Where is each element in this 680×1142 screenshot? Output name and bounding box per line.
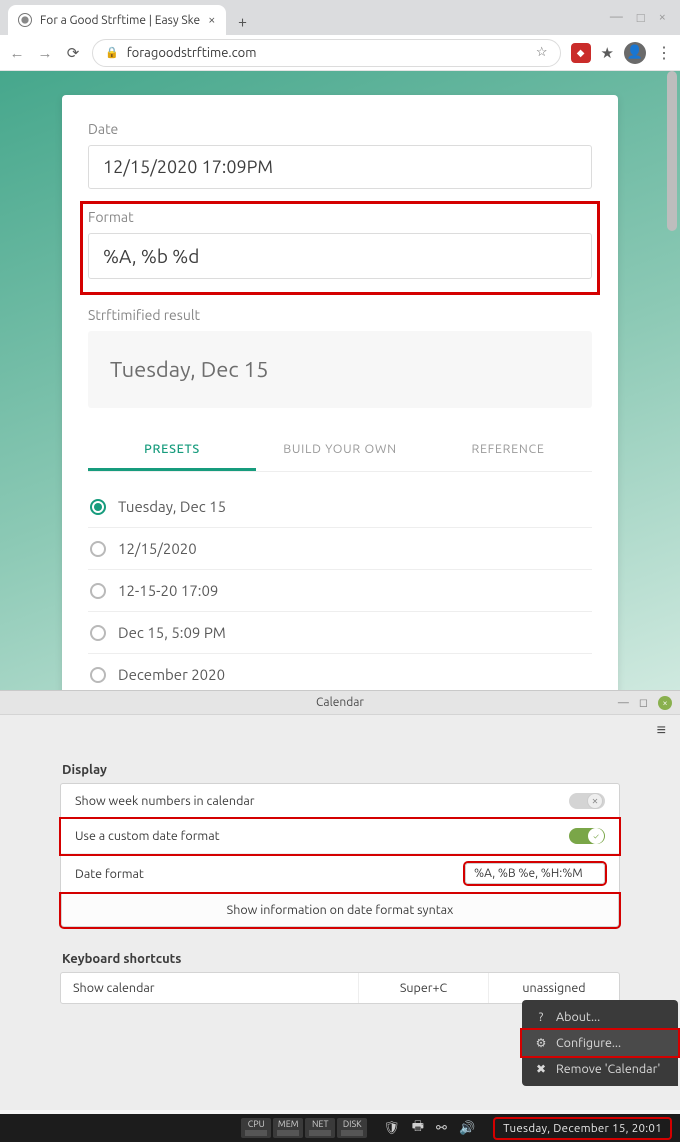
gear-icon: ⚙ xyxy=(534,1036,548,1050)
settings-toolbar: ≡ xyxy=(0,715,680,745)
date-format-label: Date format xyxy=(75,867,144,881)
bookmark-star-icon[interactable]: ☆ xyxy=(536,45,548,60)
ctx-remove[interactable]: ✖ Remove 'Calendar' xyxy=(522,1056,678,1082)
forward-icon[interactable]: → xyxy=(36,44,54,62)
date-format-input[interactable]: %A, %B %e, %H:%M xyxy=(465,863,605,884)
date-label: Date xyxy=(88,121,592,137)
display-section-title: Display xyxy=(62,763,620,777)
date-format-info-button[interactable]: Show information on date format syntax xyxy=(61,894,619,927)
globe-icon xyxy=(18,13,32,27)
custom-date-format-row: Use a custom date format xyxy=(61,819,619,854)
browser-viewport: Date 12/15/2020 17:09PM Format %A, %b %d… xyxy=(0,71,680,690)
window-controls: — □ × xyxy=(610,10,680,25)
volume-icon[interactable]: 🔊 xyxy=(459,1121,475,1136)
strftime-card: Date 12/15/2020 17:09PM Format %A, %b %d… xyxy=(62,95,618,690)
back-icon[interactable]: ← xyxy=(8,44,26,62)
cpu-monitor: CPU xyxy=(241,1118,271,1138)
page-scrollbar[interactable] xyxy=(667,71,677,690)
printer-icon[interactable]: 🖶 xyxy=(412,1117,424,1139)
lock-icon: 🔒 xyxy=(105,46,119,59)
format-label: Format xyxy=(88,209,592,225)
taskbar: CPU MEM NET DISK 🛡 🖶 ⚯ 🔊 Tuesday, Decemb… xyxy=(0,1114,680,1142)
kb-action-label: Show calendar xyxy=(61,973,359,1003)
profile-avatar-icon[interactable]: 👤 xyxy=(624,42,646,64)
hamburger-menu-icon[interactable]: ≡ xyxy=(657,721,666,740)
tab-reference[interactable]: REFERENCE xyxy=(424,430,592,471)
date-input[interactable]: 12/15/2020 17:09PM xyxy=(88,145,592,189)
address-bar[interactable]: 🔒 foragoodstrftime.com ☆ xyxy=(92,39,561,67)
browser-window: For a Good Strftime | Easy Ske × + — □ ×… xyxy=(0,0,680,690)
settings-window-title: Calendar xyxy=(316,696,364,709)
format-section-highlight: Format %A, %b %d xyxy=(82,203,598,293)
display-panel: Show week numbers in calendar Use a cust… xyxy=(60,783,620,928)
shield-icon[interactable]: 🛡 xyxy=(383,1121,400,1136)
scrollbar-thumb[interactable] xyxy=(667,71,677,231)
settings-body: Display Show week numbers in calendar Us… xyxy=(0,745,680,1014)
net-monitor: NET xyxy=(305,1118,335,1138)
kb-shortcut-1[interactable]: Super+C xyxy=(359,973,489,1003)
browser-tab-strip: For a Good Strftime | Easy Ske × + — □ × xyxy=(0,0,680,35)
tab-close-icon[interactable]: × xyxy=(208,13,215,27)
keyboard-section-title: Keyboard shortcuts xyxy=(62,952,620,966)
tab-title: For a Good Strftime | Easy Ske xyxy=(40,14,200,27)
window-maximize-icon[interactable]: □ xyxy=(637,10,645,25)
disk-monitor: DISK xyxy=(337,1118,367,1138)
window-close-icon[interactable]: × xyxy=(659,10,666,25)
taskbar-clock[interactable]: Tuesday, December 15, 20:01 xyxy=(485,1122,680,1135)
custom-date-format-toggle[interactable] xyxy=(569,828,605,844)
result-output: Tuesday, Dec 15 xyxy=(88,331,592,408)
ctx-configure[interactable]: ⚙ Configure... xyxy=(522,1030,678,1056)
tab-build-your-own[interactable]: BUILD YOUR OWN xyxy=(256,430,424,471)
tray-icons: 🛡 🖶 ⚯ 🔊 xyxy=(373,1117,485,1139)
ublock-icon[interactable]: ◆ xyxy=(571,43,591,63)
radio-icon xyxy=(90,625,106,641)
radio-icon xyxy=(90,541,106,557)
weeknumbers-toggle[interactable] xyxy=(569,793,605,809)
date-format-row: Date format %A, %B %e, %H:%M xyxy=(61,854,619,894)
window-maximize-icon[interactable]: ◻ xyxy=(639,696,648,709)
browser-toolbar: ← → ⟳ 🔒 foragoodstrftime.com ☆ ◆ ★ 👤 ⋮ xyxy=(0,35,680,71)
help-icon: ? xyxy=(534,1011,548,1024)
preset-option[interactable]: Dec 15, 5:09 PM xyxy=(88,612,592,654)
browser-menu-icon[interactable]: ⋮ xyxy=(656,43,672,62)
browser-tab[interactable]: For a Good Strftime | Easy Ske × xyxy=(8,5,226,35)
settings-titlebar: Calendar — ◻ × xyxy=(0,691,680,715)
ctx-about[interactable]: ? About... xyxy=(522,1004,678,1030)
radio-icon xyxy=(90,583,106,599)
preset-option[interactable]: Tuesday, Dec 15 xyxy=(88,486,592,528)
format-input[interactable]: %A, %b %d xyxy=(88,233,592,279)
kb-shortcut-2[interactable]: unassigned xyxy=(489,973,619,1003)
url-text: foragoodstrftime.com xyxy=(127,46,257,60)
page-background: Date 12/15/2020 17:09PM Format %A, %b %d… xyxy=(0,71,680,690)
reload-icon[interactable]: ⟳ xyxy=(64,44,82,62)
remove-icon: ✖ xyxy=(534,1062,548,1076)
new-tab-button[interactable]: + xyxy=(230,9,256,35)
radio-icon xyxy=(90,499,106,515)
tab-presets[interactable]: PRESETS xyxy=(88,430,256,471)
system-monitor[interactable]: CPU MEM NET DISK xyxy=(241,1118,367,1138)
applet-context-menu: ? About... ⚙ Configure... ✖ Remove 'Cale… xyxy=(522,1000,678,1086)
result-label: Strftimified result xyxy=(88,307,592,323)
weeknumbers-row: Show week numbers in calendar xyxy=(61,784,619,819)
settings-window-controls: — ◻ × xyxy=(618,696,672,710)
radio-icon xyxy=(90,667,106,683)
preset-list: Tuesday, Dec 15 12/15/2020 12-15-20 17:0… xyxy=(88,486,592,690)
preset-option[interactable]: 12-15-20 17:09 xyxy=(88,570,592,612)
preset-option[interactable]: December 2020 xyxy=(88,654,592,690)
window-minimize-icon[interactable]: — xyxy=(618,697,629,709)
window-minimize-icon[interactable]: — xyxy=(610,10,623,25)
network-icon[interactable]: ⚯ xyxy=(436,1121,447,1136)
preset-option[interactable]: 12/15/2020 xyxy=(88,528,592,570)
mem-monitor: MEM xyxy=(273,1118,303,1138)
window-close-icon[interactable]: × xyxy=(658,696,672,710)
strftime-tabs: PRESETS BUILD YOUR OWN REFERENCE xyxy=(88,430,592,472)
extensions-icon[interactable]: ★ xyxy=(601,44,614,62)
